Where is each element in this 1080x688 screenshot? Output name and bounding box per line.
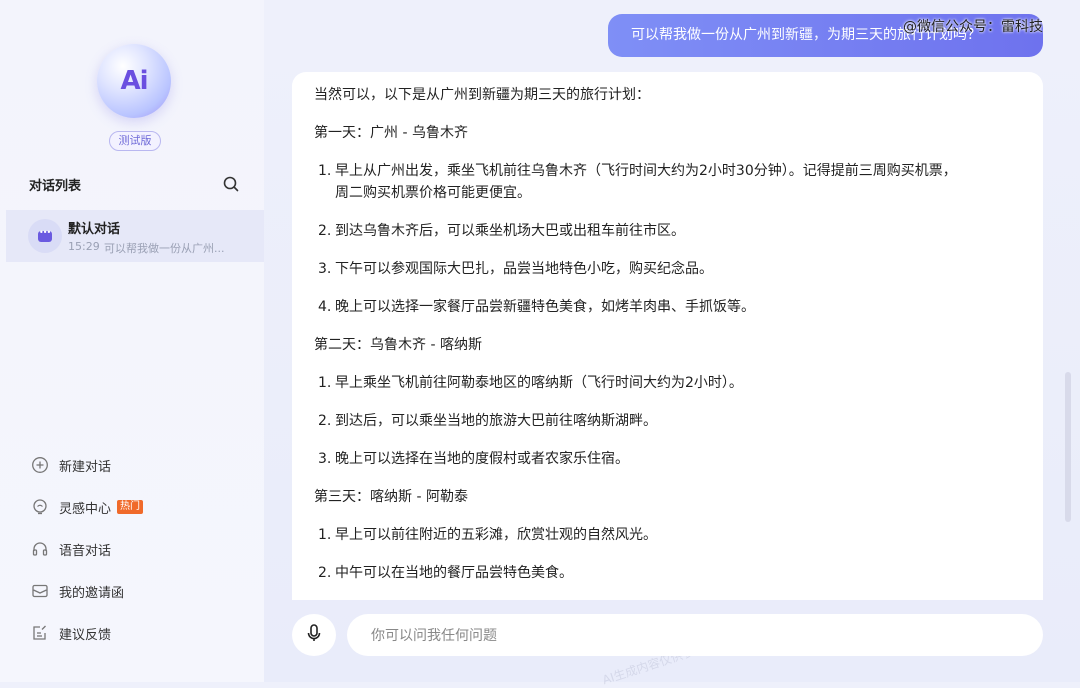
menu-label: 我的邀请函 [59,585,125,601]
menu-label: 灵感中心 [59,501,112,517]
menu-label: 新建对话 [59,459,112,475]
microphone-button[interactable] [292,614,336,656]
scrollbar-thumb[interactable] [1065,372,1071,522]
hot-badge: 热门 [117,500,144,514]
headphones-icon [31,540,49,558]
list-item-text: 晚上可以选择一家餐厅品尝新疆特色美食，如烤羊肉串、手抓饭等。 [335,299,755,315]
logo-text: Ai [120,66,148,96]
list-item: 4. 晚上可以选择一家餐厅品尝新疆特色美食，如烤羊肉串、手抓饭等。 [318,299,755,315]
conversation-item[interactable]: 默认对话 15:29 可以帮我做一份从广州... [6,210,264,262]
plus-circle-icon [31,456,49,474]
brand-watermark: @微信公众号：雷科技 [903,19,1043,35]
list-item: 3. 晚上可以选择在当地的度假村或者农家乐住宿。 [318,451,629,467]
day-title: 第三天：喀纳斯 - 阿勒泰 [314,489,468,505]
voice-conversation-button[interactable]: 语音对话 [31,539,111,559]
assistant-answer: 当然可以，以下是从广州到新疆为期三天的旅行计划： 第一天：广州 - 乌鲁木齐 1… [314,84,1024,584]
conversation-list-title: 对话列表 [29,179,82,194]
list-item: 1. 早上乘坐飞机前往阿勒泰地区的喀纳斯（飞行时间大约为2小时）。 [318,375,743,391]
feedback-icon [31,624,49,642]
list-item-text: 中午可以在当地的餐厅品尝特色美食。 [335,565,573,581]
conversation-name: 默认对话 [68,222,121,237]
search-icon[interactable] [222,175,240,193]
my-invitations-button[interactable]: 我的邀请函 [31,581,124,601]
list-item-text: 到达乌鲁木齐后，可以乘坐机场大巴或出租车前往市区。 [335,223,685,239]
chat-bubble-icon [28,219,62,253]
beta-badge: 测试版 [109,131,161,151]
chat-input-box [347,614,1043,658]
conversation-preview: 可以帮我做一份从广州... [104,242,225,255]
list-item: 1. 早上从广州出发，乘坐飞机前往乌鲁木齐（飞行时间大约为2小时30分钟）。记得… [318,163,957,201]
list-item: 1. 早上可以前往附近的五彩滩，欣赏壮观的自然风光。 [318,527,657,543]
list-item-text: 早上乘坐飞机前往阿勒泰地区的喀纳斯（飞行时间大约为2小时）。 [335,375,743,391]
list-item: 2. 到达乌鲁木齐后，可以乘坐机场大巴或出租车前往市区。 [318,223,685,239]
new-conversation-button[interactable]: 新建对话 [31,455,111,475]
list-item-text: 早上可以前往附近的五彩滩，欣赏壮观的自然风光。 [335,527,657,543]
list-item: 3. 下午可以参观国际大巴扎，品尝当地特色小吃，购买纪念品。 [318,261,713,277]
day-title: 第一天：广州 - 乌鲁木齐 [314,125,468,141]
conversation-time: 15:29 [68,240,100,253]
microphone-icon [305,623,323,647]
lightbulb-icon [31,498,49,516]
list-item-text: 到达后，可以乘坐当地的旅游大巴前往喀纳斯湖畔。 [335,413,657,429]
list-item-text-continued: 周二购买机票价格可能更便宜。 [335,185,531,201]
envelope-icon [31,582,49,600]
list-item-text: 下午可以参观国际大巴扎，品尝当地特色小吃，购买纪念品。 [335,261,713,277]
list-item-text: 晚上可以选择在当地的度假村或者农家乐住宿。 [335,451,629,467]
list-item-text: 早上从广州出发，乘坐飞机前往乌鲁木齐（飞行时间大约为2小时30分钟）。记得提前三… [335,163,957,179]
menu-label: 语音对话 [59,543,112,559]
app-logo: Ai [97,44,171,118]
list-item: 2. 中午可以在当地的餐厅品尝特色美食。 [318,565,573,581]
answer-intro: 当然可以，以下是从广州到新疆为期三天的旅行计划： [314,87,650,103]
chat-input[interactable] [369,614,1013,658]
menu-label: 建议反馈 [59,627,112,643]
feedback-button[interactable]: 建议反馈 [31,623,111,643]
assistant-answer-card: 当然可以，以下是从广州到新疆为期三天的旅行计划： 第一天：广州 - 乌鲁木齐 1… [292,72,1043,600]
sidebar: Ai 测试版 对话列表 默认对话 15:29 可以帮我做一份从广州... 新建对… [0,0,264,682]
list-item: 2. 到达后，可以乘坐当地的旅游大巴前往喀纳斯湖畔。 [318,413,657,429]
day-title: 第二天：乌鲁木齐 - 喀纳斯 [314,337,482,353]
inspiration-center-button[interactable]: 灵感中心 热门 [31,497,144,517]
